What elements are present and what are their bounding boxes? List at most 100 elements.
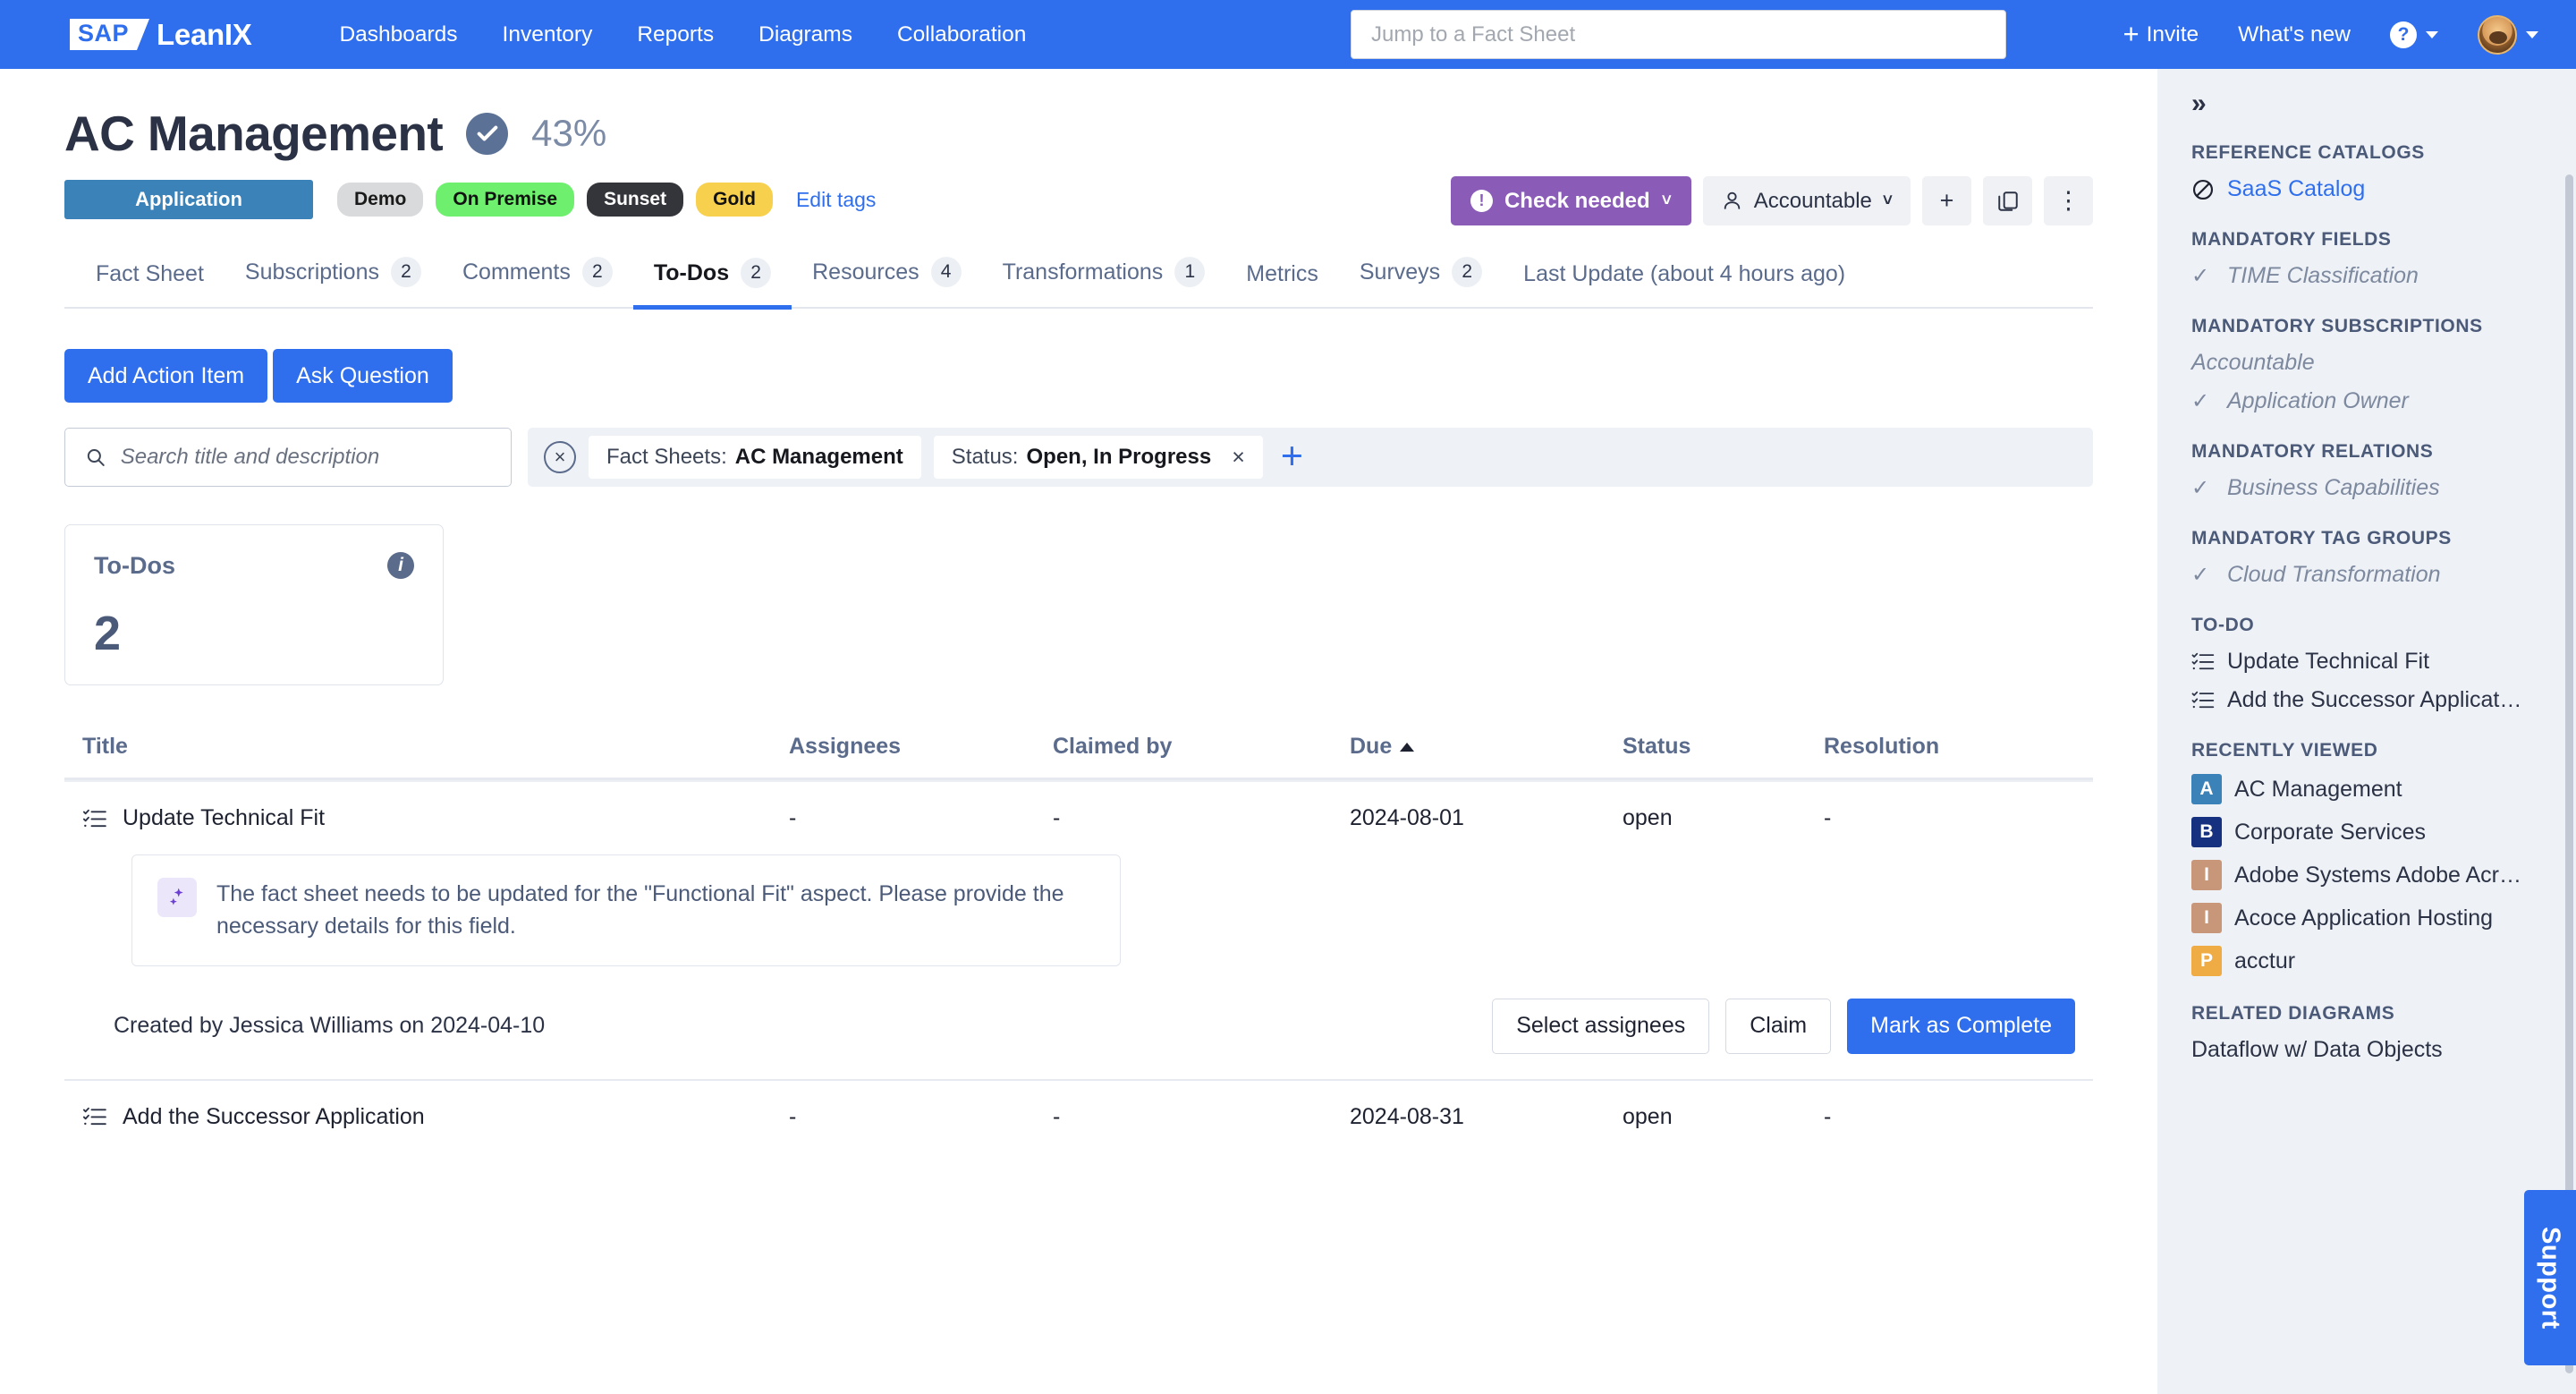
section-heading-recently-viewed: RECENTLY VIEWED	[2191, 740, 2378, 761]
more-options-button[interactable]: ⋮	[2044, 176, 2093, 225]
tab-surveys[interactable]: Surveys 2	[1339, 257, 1503, 307]
sidebar-item-application-owner[interactable]: ✓ Application Owner	[2191, 388, 2542, 414]
support-tab-button[interactable]: Support	[2524, 1190, 2576, 1365]
check-needed-label: Check needed	[1504, 188, 1650, 213]
cell-status: open	[1623, 1103, 1673, 1129]
sidebar-item-label: Application Owner	[2227, 388, 2409, 413]
main-content-area: AC Management 43% Application Demo On Pr…	[0, 69, 2157, 1394]
sidebar-item-cloud-transformation[interactable]: ✓ Cloud Transformation	[2191, 562, 2542, 588]
row-title: Update Technical Fit	[123, 805, 326, 830]
edit-tags-link[interactable]: Edit tags	[796, 188, 877, 212]
sidebar-item-saas-catalog[interactable]: SaaS Catalog	[2191, 176, 2542, 202]
sidebar-item-label: Acoce Application Hosting	[2234, 905, 2494, 931]
tab-badge: 2	[1452, 257, 1483, 287]
todo-search-field[interactable]	[64, 428, 512, 487]
tag-sunset[interactable]: Sunset	[587, 183, 684, 217]
sidebar-item-acoce-application-hosting[interactable]: I Acoce Application Hosting	[2191, 903, 2542, 933]
user-menu[interactable]	[2478, 14, 2538, 55]
factsheet-tabs: Fact Sheet Subscriptions 2 Comments 2 To…	[64, 257, 2093, 310]
table-row[interactable]: Add the Successor Application - - 2024-0…	[64, 1081, 2093, 1153]
column-header-resolution[interactable]: Resolution	[1824, 734, 2075, 760]
nav-link-reports[interactable]: Reports	[637, 22, 714, 47]
sidebar-item-label: Accountable	[2191, 350, 2315, 375]
todo-search-input[interactable]	[120, 445, 491, 470]
tab-subscriptions[interactable]: Subscriptions 2	[225, 257, 442, 307]
sap-leanix-logo[interactable]: SAP LeanIX	[70, 18, 252, 52]
section-heading-mandatory-subscriptions: MANDATORY SUBSCRIPTIONS	[2191, 316, 2483, 336]
sidebar-item-add-successor-application[interactable]: Add the Successor Applicat…	[2191, 687, 2542, 713]
top-nav-right-cluster: + Invite What's new ?	[2123, 0, 2538, 69]
sidebar-item-label: Adobe Systems Adobe Acr…	[2234, 862, 2522, 888]
filter-chip-status[interactable]: Status: Open, In Progress ×	[933, 436, 1263, 479]
cell-claimed-by: -	[1053, 1103, 1061, 1129]
check-icon: ✓	[2191, 389, 2210, 413]
tag-gold[interactable]: Gold	[696, 183, 773, 217]
tab-transformations[interactable]: Transformations 1	[982, 257, 1226, 307]
factsheet-type-avatar: I	[2191, 860, 2222, 890]
nav-link-collaboration[interactable]: Collaboration	[897, 22, 1026, 47]
global-search-input[interactable]	[1371, 21, 1986, 47]
nav-link-inventory[interactable]: Inventory	[503, 22, 593, 47]
quality-seal-check-icon	[466, 112, 509, 155]
close-icon[interactable]: ×	[1232, 445, 1245, 471]
tag-demo[interactable]: Demo	[337, 183, 424, 217]
sidebar-item-update-technical-fit[interactable]: Update Technical Fit	[2191, 649, 2542, 675]
sidebar-item-dataflow-diagram[interactable]: Dataflow w/ Data Objects	[2191, 1037, 2542, 1063]
cell-title: Update Technical Fit	[82, 805, 789, 831]
info-icon[interactable]: i	[387, 552, 414, 579]
section-heading-mandatory-tag-groups: MANDATORY TAG GROUPS	[2191, 528, 2452, 548]
ask-question-button[interactable]: Ask Question	[273, 349, 453, 403]
clear-filters-button[interactable]: ×	[544, 441, 576, 473]
invite-button[interactable]: + Invite	[2123, 20, 2199, 47]
help-menu[interactable]: ?	[2390, 21, 2438, 48]
column-header-due[interactable]: Due	[1350, 734, 1623, 760]
factsheet-type-avatar: I	[2191, 903, 2222, 933]
tab-badge: 2	[741, 258, 772, 288]
section-heading-mandatory-fields: MANDATORY FIELDS	[2191, 229, 2392, 250]
tab-label: Metrics	[1246, 261, 1318, 286]
chevron-down-icon: ˅	[1882, 191, 1893, 210]
tab-to-dos[interactable]: To-Dos 2	[632, 258, 792, 310]
sidebar-item-adobe-systems[interactable]: I Adobe Systems Adobe Acr…	[2191, 860, 2542, 890]
sidebar-item-ac-management[interactable]: A AC Management	[2191, 774, 2542, 804]
sidebar-item-accountable[interactable]: Accountable	[2191, 350, 2542, 376]
expand-sidebar-button[interactable]: »	[2157, 69, 2576, 119]
tag-on-premise[interactable]: On Premise	[436, 183, 575, 217]
todos-kpi-card: To-Dos i 2	[64, 524, 444, 685]
mark-as-complete-button[interactable]: Mark as Complete	[1847, 998, 2075, 1054]
cell-assignees: -	[789, 805, 797, 830]
tab-comments[interactable]: Comments 2	[442, 257, 633, 307]
sidebar-item-business-capabilities[interactable]: ✓ Business Capabilities	[2191, 475, 2542, 501]
row-footer: Created by Jessica Williams on 2024-04-1…	[64, 975, 2093, 1081]
add-filter-button[interactable]: +	[1281, 438, 1303, 476]
column-header-title[interactable]: Title	[82, 734, 789, 760]
factsheet-type-badge[interactable]: Application	[64, 180, 313, 219]
chevron-down-icon: ˅	[1661, 191, 1672, 210]
sort-ascending-icon	[1400, 742, 1415, 752]
column-header-assignees[interactable]: Assignees	[789, 734, 1053, 760]
table-row[interactable]: Update Technical Fit - - 2024-08-01 open…	[64, 782, 2093, 854]
check-needed-button[interactable]: ! Check needed ˅	[1450, 176, 1691, 225]
sidebar-item-time-classification[interactable]: ✓ TIME Classification	[2191, 263, 2542, 289]
nav-link-dashboards[interactable]: Dashboards	[339, 22, 457, 47]
whats-new-link[interactable]: What's new	[2238, 22, 2351, 47]
tab-fact-sheet[interactable]: Fact Sheet	[75, 261, 225, 307]
column-header-status[interactable]: Status	[1623, 734, 1824, 760]
add-button[interactable]: +	[1922, 176, 1971, 225]
copy-button[interactable]	[1983, 176, 2032, 225]
claim-button[interactable]: Claim	[1725, 998, 1832, 1054]
select-assignees-button[interactable]: Select assignees	[1492, 998, 1710, 1054]
column-header-claimed-by[interactable]: Claimed by	[1053, 734, 1350, 760]
tab-resources[interactable]: Resources 4	[792, 257, 982, 307]
add-action-item-button[interactable]: Add Action Item	[64, 349, 268, 403]
tab-metrics[interactable]: Metrics	[1225, 261, 1339, 307]
sidebar-item-acctur[interactable]: P acctur	[2191, 946, 2542, 976]
tab-label: Last Update (about 4 hours ago)	[1523, 261, 1846, 286]
sidebar-item-corporate-services[interactable]: B Corporate Services	[2191, 817, 2542, 847]
accountable-subscription-button[interactable]: Accountable ˅	[1702, 176, 1911, 225]
tab-last-update[interactable]: Last Update (about 4 hours ago)	[1503, 261, 1866, 307]
kpi-label: To-Dos	[94, 552, 175, 579]
global-search-box[interactable]	[1351, 10, 2006, 59]
nav-link-diagrams[interactable]: Diagrams	[758, 22, 852, 47]
filter-chip-fact-sheets[interactable]: Fact Sheets: AC Management	[589, 436, 921, 479]
